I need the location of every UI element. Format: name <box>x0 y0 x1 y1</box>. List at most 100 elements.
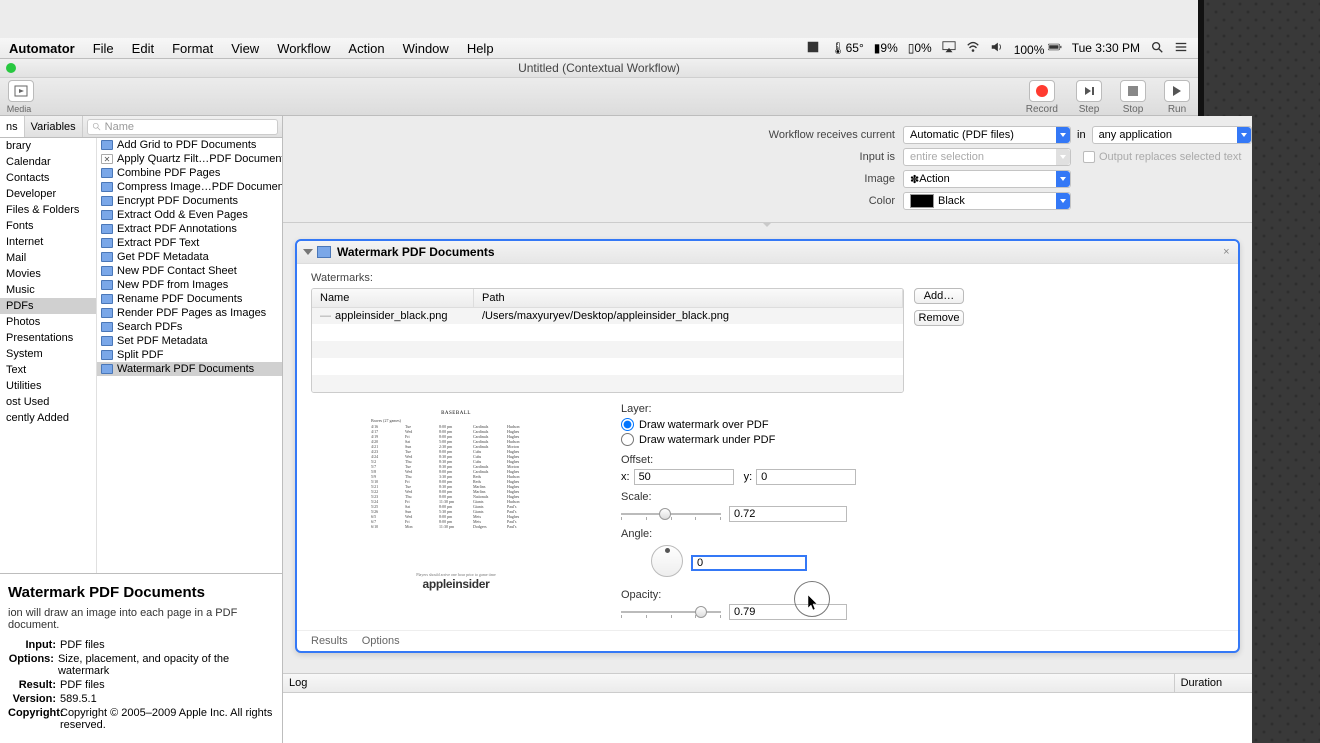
step-button[interactable]: Step <box>1076 80 1102 115</box>
category-item[interactable]: Music <box>0 282 96 298</box>
action-item[interactable]: Extract PDF Text <box>97 236 282 250</box>
category-item[interactable]: Fonts <box>0 218 96 234</box>
action-item[interactable]: Render PDF Pages as Images <box>97 306 282 320</box>
scale-slider[interactable] <box>621 507 721 521</box>
category-list[interactable]: braryCalendarContactsDeveloperFiles & Fo… <box>0 138 96 573</box>
action-item[interactable]: Encrypt PDF Documents <box>97 194 282 208</box>
menu-window[interactable]: Window <box>394 41 458 56</box>
card-close-icon[interactable]: × <box>1223 246 1229 258</box>
workflow-options: Workflow receives current Automatic (PDF… <box>283 116 1252 223</box>
action-item[interactable]: New PDF Contact Sheet <box>97 264 282 278</box>
menu-edit[interactable]: Edit <box>123 41 163 56</box>
library-search[interactable]: Name <box>87 119 278 135</box>
category-item[interactable]: PDFs <box>0 298 96 314</box>
action-item[interactable]: New PDF from Images <box>97 278 282 292</box>
action-item[interactable]: Add Grid to PDF Documents <box>97 138 282 152</box>
action-item[interactable]: Extract PDF Annotations <box>97 222 282 236</box>
category-item[interactable]: Photos <box>0 314 96 330</box>
category-item[interactable]: Utilities <box>0 378 96 394</box>
wifi-icon[interactable] <box>966 40 980 57</box>
menu-workflow[interactable]: Workflow <box>268 41 339 56</box>
action-item[interactable]: Combine PDF Pages <box>97 166 282 180</box>
action-item[interactable]: Search PDFs <box>97 320 282 334</box>
category-item[interactable]: System <box>0 346 96 362</box>
tab-variables[interactable]: Variables <box>25 116 83 137</box>
category-item[interactable]: Internet <box>0 234 96 250</box>
action-item[interactable]: Split PDF <box>97 348 282 362</box>
category-item[interactable]: Mail <box>0 250 96 266</box>
action-item[interactable]: Set PDF Metadata <box>97 334 282 348</box>
category-item[interactable]: Calendar <box>0 154 96 170</box>
category-item[interactable]: Text <box>0 362 96 378</box>
category-item[interactable]: Presentations <box>0 330 96 346</box>
action-card-watermark: Watermark PDF Documents × Watermarks: Na… <box>295 239 1240 653</box>
menu-view[interactable]: View <box>222 41 268 56</box>
angle-input[interactable] <box>691 555 807 571</box>
menu-file[interactable]: File <box>84 41 123 56</box>
duration-label[interactable]: Duration <box>1174 674 1252 692</box>
stop-button[interactable]: Stop <box>1120 80 1146 115</box>
angle-dial[interactable] <box>651 545 683 577</box>
remove-button[interactable]: Remove <box>914 310 964 326</box>
status-battery-3[interactable]: 100% <box>1014 40 1062 57</box>
watermarks-label: Watermarks: <box>311 272 1224 284</box>
action-item[interactable]: Extract Odd & Even Pages <box>97 208 282 222</box>
disclosure-triangle-icon[interactable] <box>303 249 313 255</box>
run-button[interactable]: Run <box>1164 80 1190 115</box>
tab-actions[interactable]: ns <box>0 116 25 137</box>
category-item[interactable]: Movies <box>0 266 96 282</box>
menu-format[interactable]: Format <box>163 41 222 56</box>
category-item[interactable]: cently Added <box>0 410 96 426</box>
category-item[interactable]: brary <box>0 138 96 154</box>
output-replaces-checkbox <box>1083 151 1095 163</box>
workflow-canvas[interactable]: Watermark PDF Documents × Watermarks: Na… <box>283 223 1252 673</box>
results-tab[interactable]: Results <box>311 635 348 647</box>
category-item[interactable]: ost Used <box>0 394 96 410</box>
image-dropdown[interactable]: ✽ Action <box>903 170 1071 188</box>
action-item[interactable]: ✕Apply Quartz Filt…PDF Documents <box>97 152 282 166</box>
opacity-slider[interactable] <box>621 605 721 619</box>
col-name[interactable]: Name <box>312 289 474 307</box>
category-item[interactable]: Files & Folders <box>0 202 96 218</box>
menu-icon[interactable] <box>1174 40 1188 57</box>
menubar: Automator File Edit Format View Workflow… <box>0 38 1198 59</box>
record-button[interactable]: Record <box>1026 80 1058 115</box>
airplay-icon[interactable] <box>942 40 956 57</box>
desc-title: Watermark PDF Documents <box>8 584 274 601</box>
menu-app[interactable]: Automator <box>0 41 84 56</box>
action-item[interactable]: Watermark PDF Documents <box>97 362 282 376</box>
status-battery-1[interactable]: ▮9% <box>874 41 898 55</box>
status-battery-2[interactable]: ▯0% <box>908 41 932 55</box>
opacity-input[interactable] <box>729 604 847 620</box>
layer-over-radio[interactable] <box>621 418 634 431</box>
col-path[interactable]: Path <box>474 289 903 307</box>
media-button[interactable] <box>8 80 34 102</box>
preview-pane: BASEBALL Braves (27 games)4/16Tue8:00 pm… <box>311 403 601 603</box>
options-tab[interactable]: Options <box>362 635 400 647</box>
traffic-light-green[interactable] <box>6 63 16 73</box>
menu-action[interactable]: Action <box>339 41 393 56</box>
action-item[interactable]: Compress Image…PDF Documents <box>97 180 282 194</box>
receives-dropdown[interactable]: Automatic (PDF files) <box>903 126 1071 144</box>
volume-icon[interactable] <box>990 40 1004 57</box>
offset-y-input[interactable] <box>756 469 856 485</box>
status-clock[interactable]: Tue 3:30 PM <box>1072 41 1140 55</box>
action-item[interactable]: Rename PDF Documents <box>97 292 282 306</box>
color-dropdown[interactable]: Black <box>903 192 1071 210</box>
category-item[interactable]: Contacts <box>0 170 96 186</box>
offset-x-input[interactable] <box>634 469 734 485</box>
add-button[interactable]: Add… <box>914 288 964 304</box>
status-stop-icon[interactable] <box>806 40 820 57</box>
action-item[interactable]: Get PDF Metadata <box>97 250 282 264</box>
status-temp[interactable]: 🌡65° <box>830 41 863 55</box>
scale-input[interactable] <box>729 506 847 522</box>
log-label[interactable]: Log <box>283 677 1174 689</box>
menu-help[interactable]: Help <box>458 41 503 56</box>
watermarks-table[interactable]: Name Path —appleinsider_black.png /Users… <box>311 288 904 393</box>
category-item[interactable]: Developer <box>0 186 96 202</box>
action-list[interactable]: Add Grid to PDF Documents✕Apply Quartz F… <box>96 138 282 573</box>
spotlight-icon[interactable] <box>1150 40 1164 57</box>
layer-under-radio[interactable] <box>621 433 634 446</box>
in-app-dropdown[interactable]: any application <box>1092 126 1252 144</box>
scale-label: Scale: <box>621 491 1204 503</box>
